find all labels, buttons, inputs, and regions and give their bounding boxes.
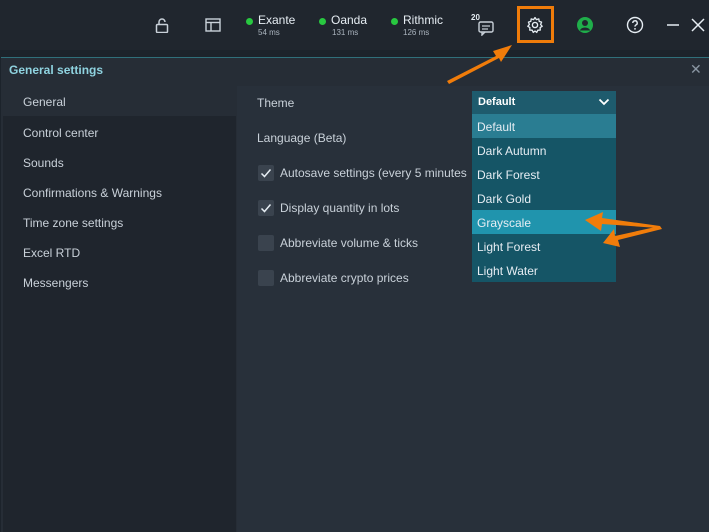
- settings-sidebar: General Control center Sounds Confirmati…: [3, 86, 236, 532]
- theme-option-default[interactable]: Default: [472, 114, 616, 138]
- theme-select[interactable]: Default: [472, 91, 616, 114]
- option-label: Dark Gold: [477, 192, 532, 206]
- theme-option-dark-gold[interactable]: Dark Gold: [472, 186, 616, 210]
- connection-latency: 131 ms: [332, 28, 359, 37]
- connection-name: Rithmic: [403, 13, 444, 27]
- sidebar-item-time-zone[interactable]: Time zone settings: [23, 216, 123, 230]
- option-label: Dark Autumn: [477, 144, 547, 158]
- theme-option-dark-autumn[interactable]: Dark Autumn: [472, 138, 616, 162]
- theme-select-value: Default: [478, 96, 516, 108]
- status-dot: [391, 18, 398, 25]
- gear-icon[interactable]: [523, 13, 547, 37]
- option-label: Light Forest: [477, 240, 541, 254]
- connection-latency: 126 ms: [403, 28, 430, 37]
- option-label: Dark Forest: [477, 168, 540, 182]
- autosave-checkbox[interactable]: [258, 165, 274, 181]
- abbreviate-crypto-checkbox[interactable]: [258, 270, 274, 286]
- connection-oanda[interactable]: Oanda 131 ms: [319, 13, 379, 39]
- panel-close-icon[interactable]: ✕: [690, 62, 702, 76]
- panel-title: General settings: [9, 63, 104, 77]
- sidebar-item-label: General: [23, 95, 66, 109]
- connection-exante[interactable]: Exante 54 ms: [246, 13, 306, 39]
- autosave-label: Autosave settings (every 5 minutes: [280, 166, 467, 180]
- option-label: Default: [477, 120, 516, 134]
- theme-options-list: Default Dark Autumn Dark Forest Dark Gol…: [472, 114, 616, 282]
- theme-option-dark-forest[interactable]: Dark Forest: [472, 162, 616, 186]
- abbreviate-crypto-label: Abbreviate crypto prices: [280, 271, 409, 285]
- sidebar-item-confirmations[interactable]: Confirmations & Warnings: [23, 186, 162, 200]
- display-lots-checkbox[interactable]: [258, 200, 274, 216]
- sidebar-item-excel-rtd[interactable]: Excel RTD: [23, 246, 80, 260]
- connection-rithmic[interactable]: Rithmic 126 ms: [391, 13, 451, 39]
- top-bar: Exante 54 ms Oanda 131 ms Rithmic 126 ms…: [0, 0, 709, 50]
- chat-icon[interactable]: [474, 16, 498, 40]
- connection-name: Exante: [258, 13, 296, 27]
- theme-label: Theme: [257, 96, 295, 110]
- abbreviate-volume-checkbox[interactable]: [258, 235, 274, 251]
- status-dot: [246, 18, 253, 25]
- theme-option-light-water[interactable]: Light Water: [472, 258, 616, 282]
- connection-latency: 54 ms: [258, 28, 280, 37]
- option-label: Light Water: [477, 264, 538, 278]
- language-label: Language (Beta): [257, 131, 347, 145]
- layout-icon[interactable]: [201, 13, 225, 37]
- display-lots-label: Display quantity in lots: [280, 201, 400, 215]
- connection-name: Oanda: [331, 13, 368, 27]
- status-dot: [319, 18, 326, 25]
- close-icon[interactable]: [686, 13, 709, 37]
- sidebar-item-sounds[interactable]: Sounds: [23, 156, 64, 170]
- sidebar-item-messengers[interactable]: Messengers: [23, 276, 88, 290]
- minimize-icon[interactable]: [661, 13, 685, 37]
- option-label: Grayscale: [477, 216, 532, 230]
- help-icon[interactable]: [623, 13, 647, 37]
- theme-option-grayscale[interactable]: Grayscale: [472, 210, 616, 234]
- chevron-down-icon: [598, 98, 610, 106]
- user-icon[interactable]: [573, 13, 597, 37]
- sidebar-item-control-center[interactable]: Control center: [23, 126, 98, 140]
- lock-icon[interactable]: [150, 13, 174, 37]
- sidebar-item-general[interactable]: General: [3, 86, 236, 116]
- abbreviate-volume-label: Abbreviate volume & ticks: [280, 236, 419, 250]
- theme-option-light-forest[interactable]: Light Forest: [472, 234, 616, 258]
